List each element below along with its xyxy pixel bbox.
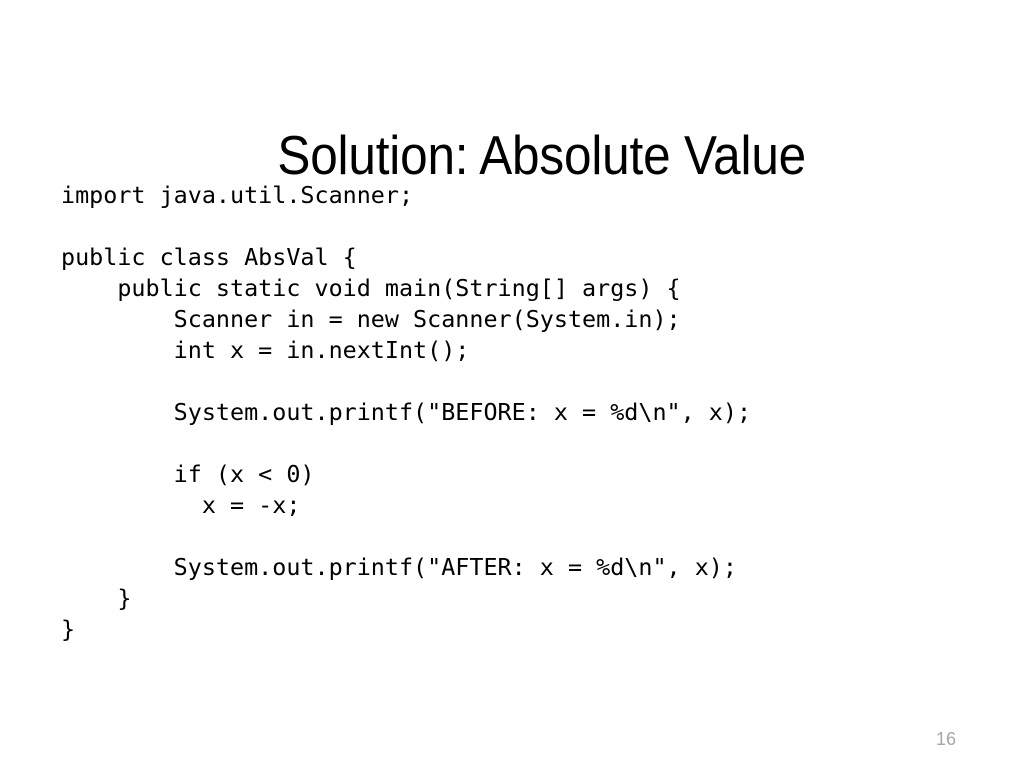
slide: Solution: Absolute Value import java.uti… xyxy=(0,0,1024,768)
code-line: import java.util.Scanner; xyxy=(61,181,414,209)
code-line: public class AbsVal { xyxy=(61,243,357,271)
code-line: x = -x; xyxy=(61,491,301,519)
code-line: } xyxy=(61,584,132,612)
code-line: int x = in.nextInt(); xyxy=(61,336,470,364)
code-line: System.out.printf("AFTER: x = %d\n", x); xyxy=(61,553,737,581)
code-line: if (x < 0) xyxy=(61,460,315,488)
code-line: Scanner in = new Scanner(System.in); xyxy=(61,305,681,333)
code-line: System.out.printf("BEFORE: x = %d\n", x)… xyxy=(61,398,752,426)
code-line: } xyxy=(61,615,76,643)
code-line: public static void main(String[] args) { xyxy=(61,274,681,302)
page-number: 16 xyxy=(935,729,957,749)
page-title-text: Solution: Absolute Value xyxy=(277,124,807,186)
code-block: import java.util.Scanner; public class A… xyxy=(61,180,981,645)
